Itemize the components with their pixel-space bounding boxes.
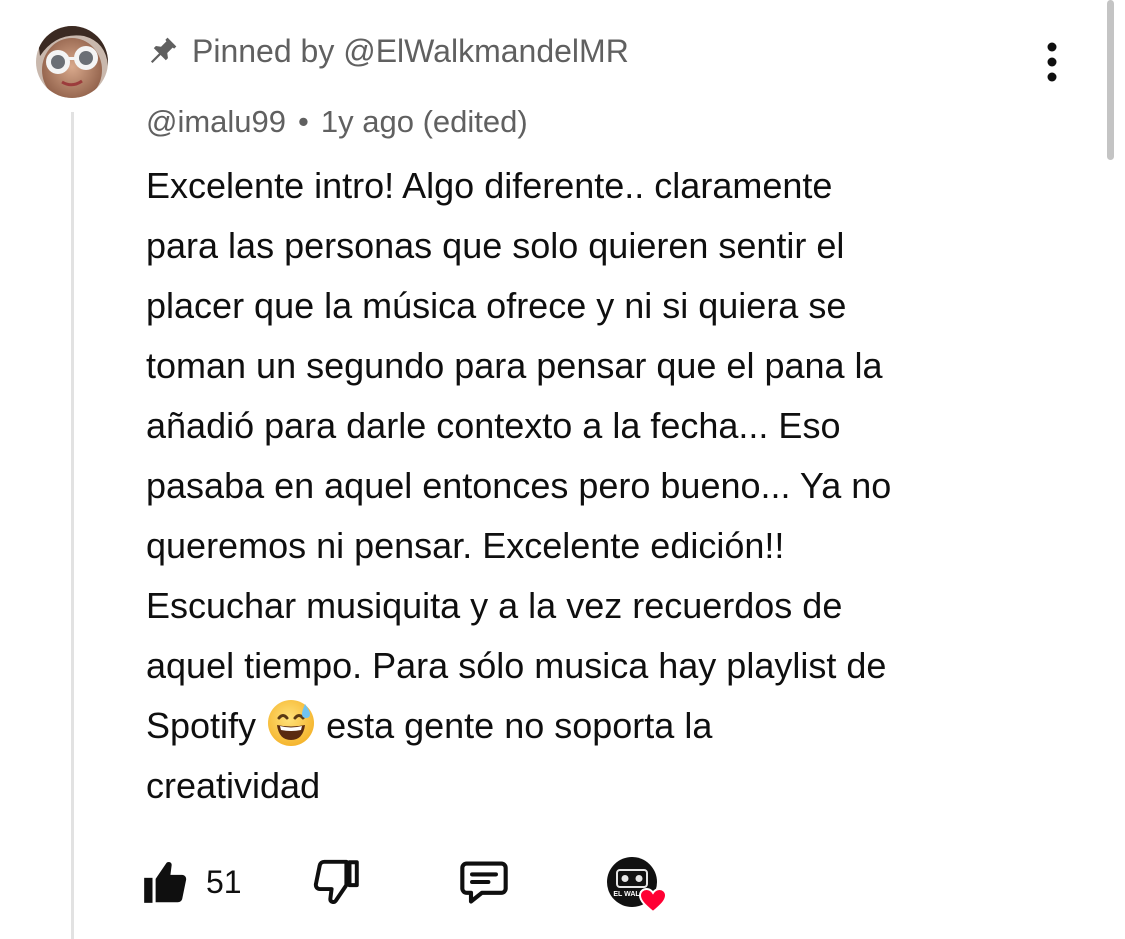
comment-action-bar: 51 EL WALKM	[140, 852, 700, 914]
comment-body: Excelente intro! Algo diferente.. claram…	[146, 156, 1056, 816]
author-handle[interactable]: @imalu99	[146, 104, 286, 140]
thumbs-up-icon	[144, 862, 187, 903]
reply-comment-icon	[460, 861, 508, 904]
pin-icon	[150, 37, 177, 64]
like-button[interactable]: 51	[140, 852, 242, 912]
creator-heart-badge: EL WALKM	[606, 856, 672, 914]
meta-separator: •	[298, 104, 309, 139]
reply-thread-line	[71, 112, 74, 939]
more-options-button[interactable]	[1030, 40, 1074, 84]
pinned-indicator: Pinned by @ElWalkmandelMR	[146, 26, 629, 76]
dislike-button[interactable]	[312, 852, 362, 912]
heart-icon	[638, 887, 668, 914]
like-count: 51	[206, 863, 242, 900]
thumbs-down-icon	[313, 859, 359, 904]
grinning-face-with-sweat-icon	[268, 700, 315, 746]
more-vertical-icon	[1047, 42, 1057, 82]
author-avatar[interactable]	[36, 26, 108, 98]
comment-timestamp[interactable]: 1y ago (edited)	[321, 104, 528, 140]
comment-body-text: Excelente intro! Algo diferente.. claram…	[146, 165, 892, 746]
comment-meta: @imalu99 • 1y ago (edited)	[146, 99, 528, 145]
pinned-label: Pinned by @ElWalkmandelMR	[192, 32, 629, 69]
scrollbar-thumb[interactable]	[1107, 0, 1114, 160]
reply-button[interactable]	[458, 852, 510, 912]
